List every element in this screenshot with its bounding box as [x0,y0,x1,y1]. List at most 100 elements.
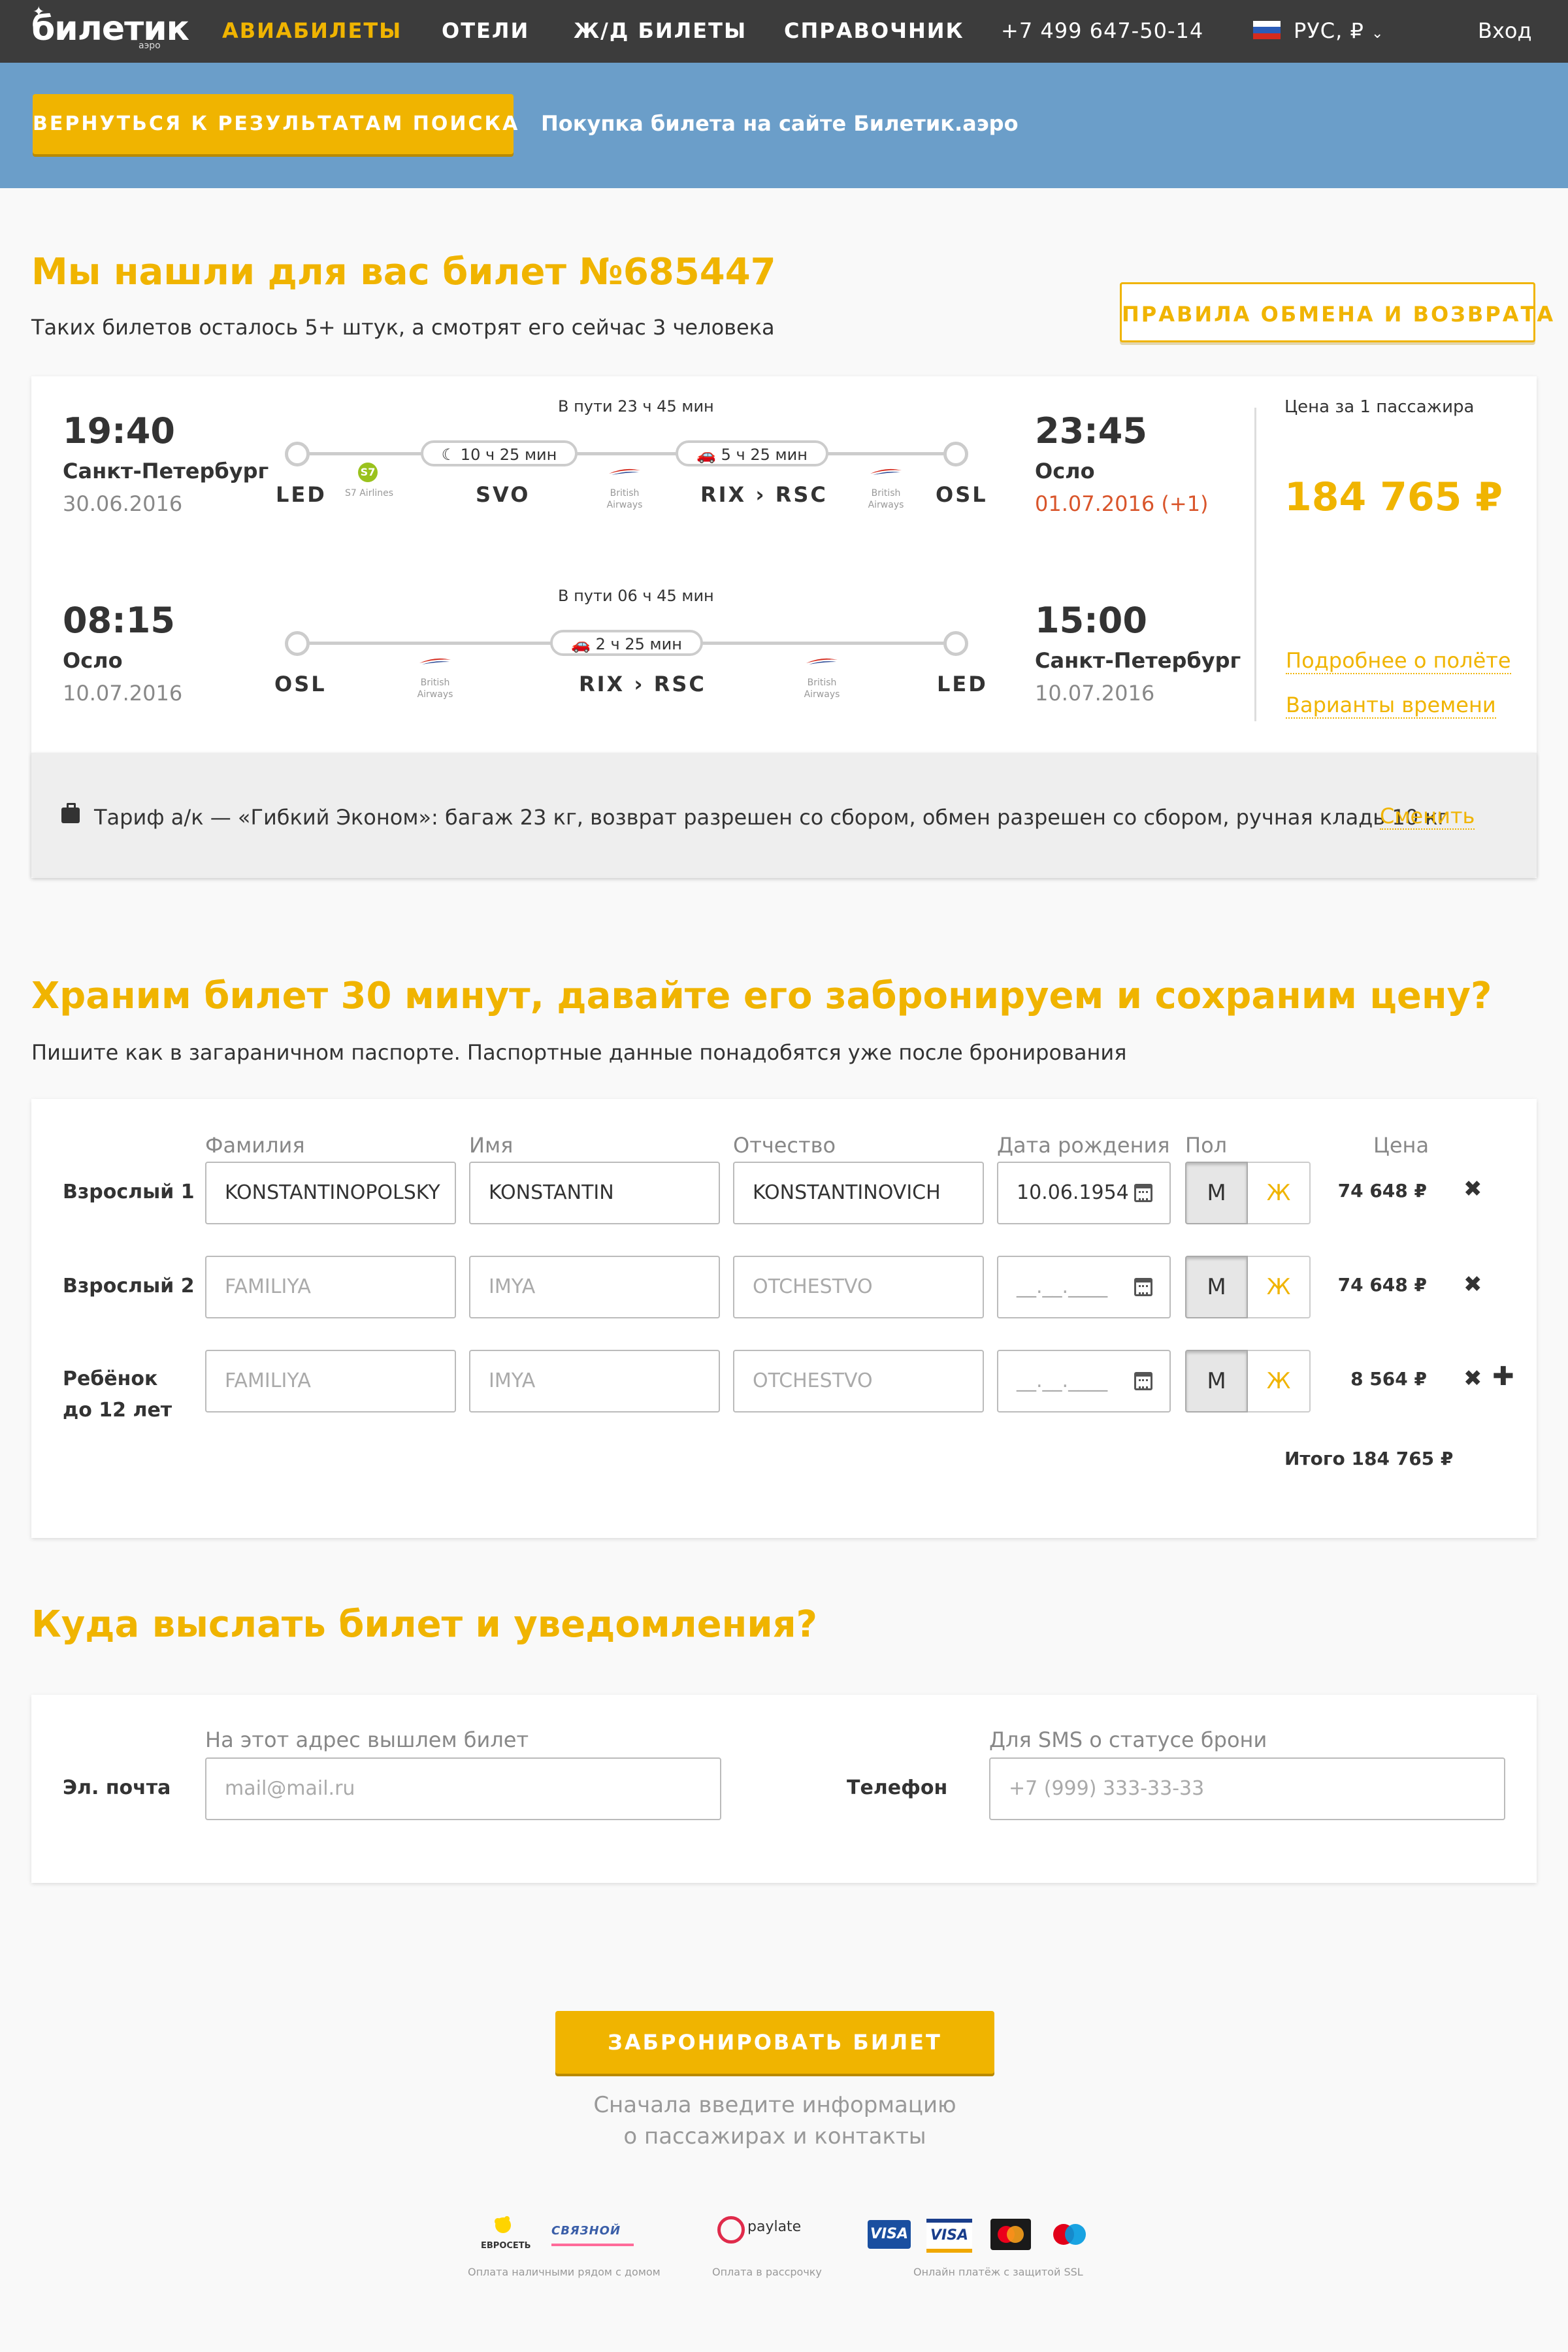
nav-trains[interactable]: Ж/Д БИЛЕТЫ [574,18,747,43]
phone-caption: Для SMS о статусе брони [989,1727,1267,1752]
british-airways-logo-icon [609,468,640,475]
inbound-layover-1: 🚗 2 ч 25 мин [550,630,703,656]
name-input[interactable]: IMYA [469,1256,720,1318]
inbound-airline-2: British Airways [804,678,840,700]
back-to-results-button[interactable]: ВЕРНУТЬСЯ К РЕЗУЛЬТАТАМ ПОИСКА [33,94,517,154]
exchange-rules-button[interactable]: ПРАВИЛА ОБМЕНА И ВОЗВРАТА [1120,282,1553,342]
sex-male-button[interactable]: М [1185,1350,1248,1413]
phone-input[interactable]: +7 (999) 333-33-33 [989,1757,1505,1820]
calendar-icon[interactable] [1134,1372,1152,1390]
nav-reference[interactable]: СПРАВОЧНИК [784,18,964,43]
british-airways-logo-icon [419,658,451,664]
tariff-change-link[interactable]: Сменить [1380,804,1475,830]
nav-flights[interactable]: АВИАБИЛЕТЫ [222,18,402,43]
price-caption: Цена за 1 пассажира [1284,397,1475,417]
price-divider [1254,408,1256,721]
passengers-subtitle: Пишите как в загараничном паспорте. Пасп… [31,1040,1127,1065]
tariff-text: Тариф а/к — «Гибкий Эконом»: багаж 23 кг… [94,805,1449,830]
inbound-code-led: LED [937,672,988,696]
s7-logo-icon: S7 [358,463,378,482]
outbound-node-end [943,442,968,466]
evroset-logo-icon [486,2215,517,2240]
passengers-title: Храним билет 30 минут, давайте его забро… [31,975,1492,1017]
outbound-layover-1: ☾ 10 ч 25 мин [421,440,578,466]
paylate-logo-text: paylate [747,2219,802,2235]
passengers-total: Итого 184 765 ₽ [1284,1448,1454,1469]
remove-passenger-icon[interactable]: ✖ [1463,1176,1482,1202]
outbound-code-svo: SVO [476,482,531,507]
inbound-travel-time: В пути 06 ч 45 мин [558,587,714,605]
chevron-down-icon: ⌄ [1371,25,1384,42]
inbound-departure-date: 10.07.2016 [63,681,183,706]
passenger-label-age: до 12 лет [63,1399,172,1422]
ticket-subtitle: Таких билетов осталось 5+ штук, а смотря… [31,315,775,340]
passenger-price: 74 648 ₽ [1337,1274,1427,1296]
russia-flag-icon [1253,21,1281,39]
logo[interactable]: билетик [31,9,189,48]
inbound-code-osl: OSL [274,672,327,696]
outbound-code-led: LED [276,482,327,507]
surname-input[interactable]: FAMILIYA [205,1350,456,1413]
column-name: Имя [469,1133,514,1158]
patronymic-input[interactable]: OTCHESTVO [733,1256,984,1318]
booking-note-line: о пассажирах и контакты [623,2123,926,2149]
outbound-departure-city: Санкт-Петербург [63,459,269,483]
book-ticket-button[interactable]: ЗАБРОНИРОВАТЬ БИЛЕТ [555,2011,994,2074]
online-payment-caption: Онлайн платёж с защитой SSL [913,2266,1083,2278]
british-airways-logo-icon [870,468,902,475]
logo-subtitle: аэро [139,41,161,51]
patronymic-input[interactable]: OTCHESTVO [733,1350,984,1413]
name-input[interactable]: KONSTANTIN [469,1162,720,1224]
language-currency-select[interactable]: РУС, ₽ ⌄ [1294,18,1384,43]
outbound-code-osl: OSL [936,482,988,507]
passenger-price: 74 648 ₽ [1337,1180,1427,1201]
inbound-departure-time: 08:15 [63,600,175,641]
inbound-node-end [943,631,968,656]
paylate-logo-icon [717,2216,745,2244]
inbound-node-start [285,631,310,656]
ticket-title: Мы нашли для вас билет №685447 [31,251,776,293]
nav-hotels[interactable]: ОТЕЛИ [442,18,529,43]
outbound-layover-2: 🚗 5 ч 25 мин [676,440,828,466]
add-passenger-icon[interactable]: ✚ [1492,1362,1514,1392]
flight-details-link[interactable]: Подробнее о полёте [1286,648,1511,674]
time-options-link[interactable]: Варианты времени [1286,693,1496,719]
login-link[interactable]: Вход [1478,18,1532,43]
remove-passenger-icon[interactable]: ✖ [1463,1271,1482,1298]
column-price: Цена [1373,1133,1429,1158]
calendar-icon[interactable] [1134,1184,1152,1202]
sex-male-button[interactable]: М [1185,1162,1248,1224]
nav-phone[interactable]: +7 499 647-50-14 [1001,18,1203,43]
column-patronymic: Отчество [733,1133,836,1158]
passenger-label: Взрослый 1 [63,1181,195,1203]
british-airways-logo-icon [806,658,838,664]
moon-icon: ☾ [441,446,456,464]
column-surname: Фамилия [205,1133,305,1158]
name-input[interactable]: IMYA [469,1350,720,1413]
surname-input[interactable]: KONSTANTINOPOLSKY [205,1162,456,1224]
ticket-price: 184 765 ₽ [1284,474,1503,520]
outbound-arrival-city: Осло [1035,459,1095,483]
installment-caption: Оплата в рассрочку [712,2266,822,2278]
visa-electron-logo-icon: VISA [926,2219,972,2253]
sex-male-button[interactable]: М [1185,1256,1248,1318]
outbound-travel-time: В пути 23 ч 45 мин [558,397,714,416]
inbound-arrival-city: Санкт-Петербург [1035,648,1241,673]
maestro-logo-icon [1053,2224,1086,2245]
surname-input[interactable]: FAMILIYA [205,1256,456,1318]
outbound-airline-1: S7 Airlines [344,488,394,498]
remove-passenger-icon[interactable]: ✖ [1463,1365,1482,1392]
outbound-arrival-time: 23:45 [1035,410,1147,451]
inbound-code-rix-rsc: RIX › RSC [579,672,706,696]
email-input[interactable]: mail@mail.ru [205,1757,721,1820]
phone-label: Телефон [847,1776,948,1799]
visa-logo-icon: VISA [868,2220,911,2249]
email-caption: На этот адрес вышлем билет [205,1727,529,1752]
patronymic-input[interactable]: KONSTANTINOVICH [733,1162,984,1224]
outbound-departure-date: 30.06.2016 [63,491,183,516]
outbound-code-rix-rsc: RIX › RSC [700,482,828,507]
column-sex: Пол [1185,1133,1228,1158]
calendar-icon[interactable] [1134,1278,1152,1296]
outbound-arrival-date: 01.07.2016 (+1) [1035,491,1209,516]
outbound-departure-time: 19:40 [63,410,175,451]
